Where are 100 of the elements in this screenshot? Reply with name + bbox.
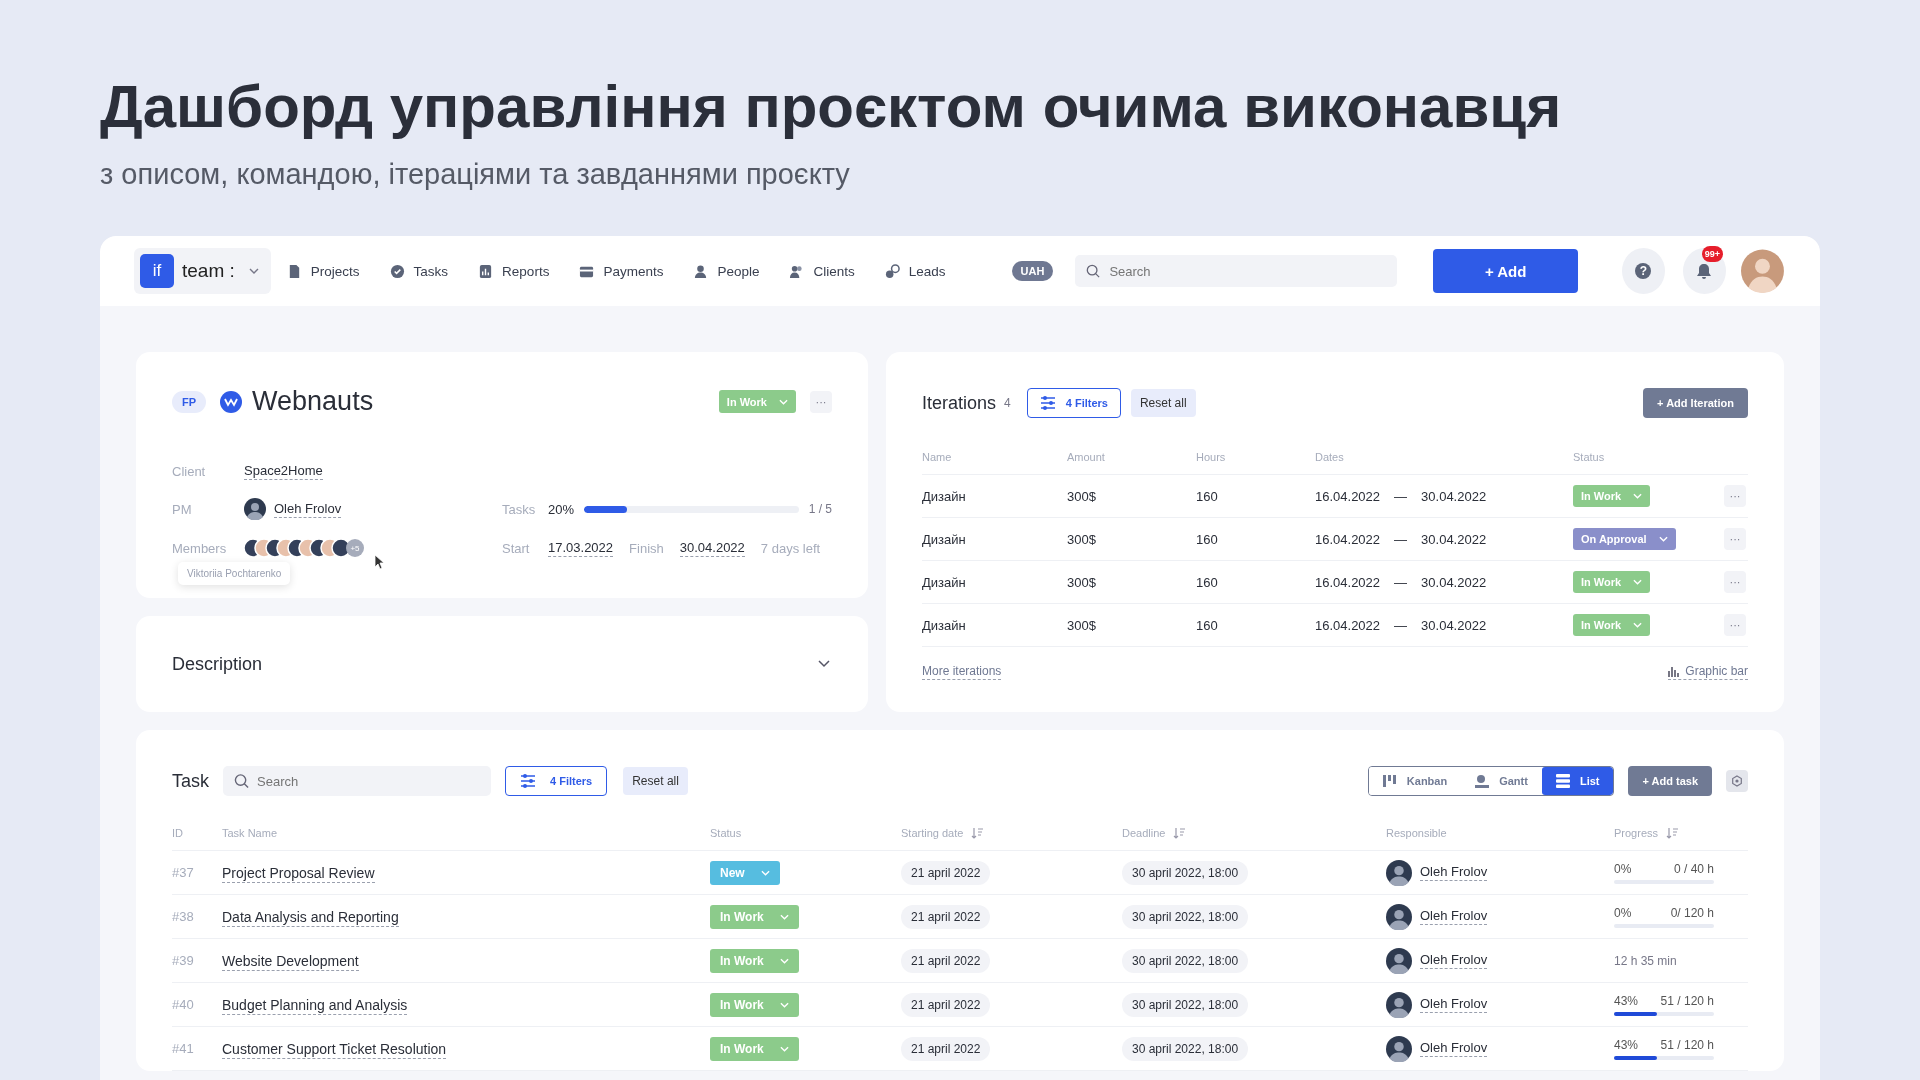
task-name-link[interactable]: Budget Planning and Analysis	[222, 996, 408, 1015]
cursor-icon	[374, 554, 386, 570]
notifications-button[interactable]	[1682, 248, 1726, 294]
nav-item[interactable]: Clients	[789, 263, 855, 279]
chevron-down-icon	[779, 1045, 789, 1052]
dash-separator: —	[1394, 488, 1408, 504]
table-cell: 30.04.2022	[1421, 488, 1487, 504]
description-panel[interactable]: Description	[136, 616, 868, 712]
task-name-link[interactable]: Project Proposal Review	[222, 864, 375, 883]
field-label: Start	[502, 540, 531, 556]
time-spent: 12 h 35 min	[1614, 953, 1678, 968]
column-header: Name	[922, 451, 953, 463]
start-date[interactable]: 17.03.2022	[548, 539, 614, 557]
reset-all-button[interactable]: Reset all	[1130, 389, 1196, 417]
dash-separator: —	[1394, 617, 1408, 633]
client-link[interactable]: Space2Home	[244, 463, 323, 480]
progress-percent: 0%	[1614, 861, 1632, 876]
chevron-down-icon	[818, 660, 830, 668]
nav-item[interactable]: Projects	[286, 263, 360, 279]
chevron-down-icon	[1633, 579, 1643, 585]
chevron-down-icon	[248, 268, 259, 274]
chevron-down-icon	[779, 1001, 789, 1008]
task-name-link[interactable]: Data Analysis and Reporting	[222, 908, 399, 927]
progress-hours: 51 / 120 h	[1660, 993, 1714, 1008]
add-button[interactable]: + Add	[1433, 249, 1578, 293]
responsible-link[interactable]: Oleh Frolov	[1420, 1040, 1488, 1057]
responsible-link[interactable]: Oleh Frolov	[1420, 864, 1488, 881]
table-cell-text: 300$	[1067, 488, 1097, 504]
pm-link[interactable]: Oleh Frolov	[274, 500, 342, 518]
table-cell: 30.04.2022	[1421, 574, 1487, 590]
field-label: PM	[172, 501, 193, 517]
finish-date[interactable]: 30.04.2022	[679, 539, 745, 557]
iterations-count: 4	[1004, 396, 1011, 410]
deadline-chip: 30 april 2022, 18:00	[1122, 905, 1249, 929]
avatar-icon	[1386, 859, 1412, 886]
tasks-title: Task	[172, 770, 209, 792]
task-name-link[interactable]: Website Development	[222, 952, 359, 971]
nav-item[interactable]: People	[693, 263, 760, 279]
add-task-button[interactable]: + Add task	[1628, 766, 1712, 796]
start-date-chip: 21 april 2022	[901, 949, 991, 973]
responsible-link[interactable]: Oleh Frolov	[1420, 952, 1488, 969]
task-name-link[interactable]: Customer Support Ticket Resolution	[222, 1040, 447, 1059]
member-tooltip: Viktoriia Pochtarenko	[178, 562, 291, 585]
notification-badge: 99+	[1701, 246, 1724, 262]
tasks-percent: 20%	[548, 501, 575, 517]
table-cell-text: Дизайн	[922, 531, 967, 547]
currency-badge[interactable]: UAH	[1011, 261, 1054, 281]
sliders-icon	[1039, 396, 1056, 410]
status-dropdown[interactable]: On Approval	[1573, 528, 1676, 550]
more-iterations-link[interactable]: More iterations	[922, 664, 1002, 680]
filters-button[interactable]: 4 Filters	[1026, 388, 1121, 418]
dash-separator: —	[1394, 574, 1408, 590]
start-date-chip: 21 april 2022	[901, 861, 991, 885]
table-cell-text: Дизайн	[922, 488, 967, 504]
progress-percent: 43%	[1614, 1037, 1639, 1052]
task-id: #41	[172, 1041, 195, 1056]
column-header: Responsible	[1386, 827, 1447, 839]
field-label: Finish	[629, 540, 664, 556]
responsible-link[interactable]: Oleh Frolov	[1420, 996, 1488, 1013]
nav-item[interactable]: Reports	[478, 263, 550, 279]
table-cell-text: 300$	[1067, 531, 1097, 547]
project-name: Webnauts	[252, 386, 374, 417]
more-button[interactable]: ···	[1724, 485, 1746, 507]
user-avatar[interactable]	[1741, 248, 1784, 294]
filters-button[interactable]: 4 Filters	[505, 766, 608, 796]
nav-item[interactable]: Payments	[579, 263, 664, 279]
table-cell-text: 160	[1196, 488, 1219, 504]
deadline-chip: 30 april 2022, 18:00	[1122, 949, 1249, 973]
table-cell-text: 160	[1196, 574, 1219, 590]
help-button[interactable]: ?	[1621, 248, 1665, 294]
settings-button[interactable]	[1726, 770, 1748, 792]
list-icon	[1555, 774, 1570, 788]
table-cell-text: Дизайн	[922, 617, 967, 633]
view-tab[interactable]: List	[1541, 767, 1614, 795]
task-id: #39	[172, 953, 195, 968]
avatar-icon	[244, 498, 266, 520]
person-icon	[693, 263, 709, 279]
more-button[interactable]: ···	[1724, 528, 1746, 550]
column-header: Hours	[1196, 451, 1227, 463]
search-field[interactable]: Search	[1075, 255, 1398, 287]
chevron-down-icon	[1633, 493, 1643, 499]
more-button[interactable]: ···	[1724, 614, 1746, 636]
graphic-bar-link[interactable]: Graphic bar	[1668, 664, 1748, 680]
column-header: Dates	[1315, 451, 1345, 463]
progress-percent: 43%	[1614, 993, 1639, 1008]
add-iteration-button[interactable]: + Add Iteration	[1643, 388, 1748, 418]
search-icon	[234, 773, 249, 789]
chevron-down-icon	[779, 398, 788, 405]
team-switcher[interactable]: if team :	[134, 248, 271, 294]
progress-hours: 51 / 120 h	[1660, 1037, 1714, 1052]
task-id: #37	[172, 865, 195, 880]
more-button[interactable]: ···	[810, 390, 832, 413]
nav-item[interactable]: Tasks	[389, 263, 449, 279]
nav-item[interactable]: Leads	[884, 263, 946, 279]
reset-all-button[interactable]: Reset all	[623, 767, 688, 795]
responsible-link[interactable]: Oleh Frolov	[1420, 908, 1488, 925]
search-field[interactable]: Search	[223, 766, 491, 796]
more-button[interactable]: ···	[1724, 571, 1746, 593]
coins-icon	[884, 263, 900, 279]
table-cell: 30.04.2022	[1421, 531, 1487, 547]
